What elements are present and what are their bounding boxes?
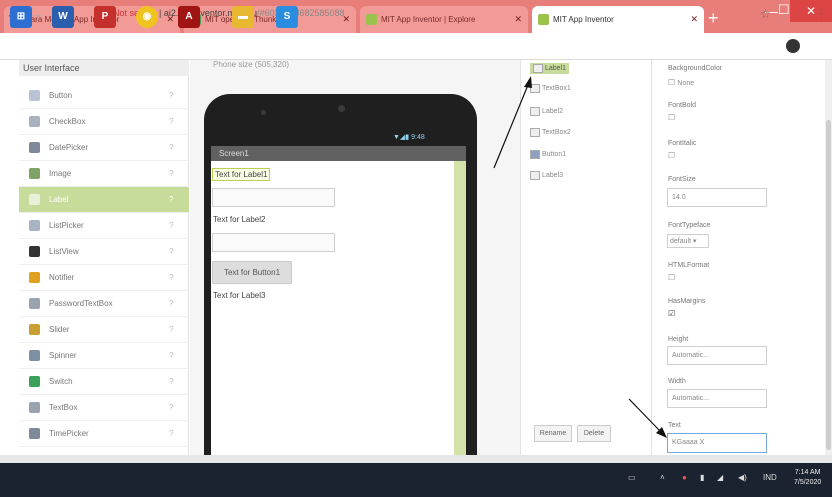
volume-icon[interactable]: ◀): [738, 473, 747, 482]
windows-taskbar: [0, 463, 832, 497]
windows-start-icon[interactable]: ⊞: [10, 6, 32, 28]
signal-icon[interactable]: ◢: [717, 473, 723, 482]
language-indicator[interactable]: IND: [763, 473, 777, 482]
arrow-to-label1-line: [493, 84, 529, 169]
taskbar-clock[interactable]: 7:14 AM 7/5/2020: [794, 468, 821, 488]
skype-icon[interactable]: S: [276, 6, 298, 28]
keyboard-icon[interactable]: ▭: [628, 473, 636, 482]
powerpoint-icon[interactable]: P: [94, 6, 116, 28]
chrome-icon[interactable]: ◉: [136, 6, 158, 28]
file-explorer-icon[interactable]: ▬: [232, 6, 254, 28]
annotation-arrows: [493, 76, 667, 438]
tray-app-icon[interactable]: ●: [682, 473, 687, 482]
clock-date: 7/5/2020: [794, 479, 822, 486]
word-icon[interactable]: W: [52, 6, 74, 28]
arrow-to-label1-head: [524, 76, 532, 88]
clock-time: 7:14 AM: [794, 469, 821, 476]
tray-arrow-icon[interactable]: ˄: [660, 473, 665, 482]
acrobat-icon[interactable]: A: [178, 6, 200, 28]
network-icon[interactable]: ▮: [700, 473, 704, 482]
screenshot-root: Cara Menulis App Inventor ✕ MIT open out…: [0, 0, 832, 497]
horizontal-scrollbar[interactable]: [0, 455, 832, 463]
arrow-to-text-line: [628, 398, 661, 432]
